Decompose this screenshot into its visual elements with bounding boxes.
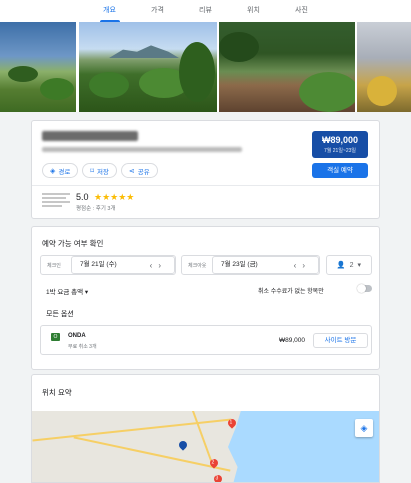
action-chips: ◈ 경로 ⌑ 저장 ⋖ 공유 xyxy=(42,163,158,178)
share-button[interactable]: ⋖ 공유 xyxy=(120,163,158,178)
pin-label: 3 xyxy=(215,475,219,482)
tab-bar: 개요 가격 리뷰 위치 사진 xyxy=(0,0,411,22)
map-road xyxy=(180,411,214,465)
checkout-label: 체크아웃 xyxy=(188,262,207,269)
hotel-summary-card: ◈ 경로 ⌑ 저장 ⋖ 공유 ₩89,000 7월 21일~23일 객실 예약 … xyxy=(31,120,380,219)
location-title: 위치 요약 xyxy=(42,388,72,397)
book-room-button[interactable]: 객실 예약 xyxy=(312,163,368,178)
share-icon: ⋖ xyxy=(128,167,135,175)
tab-location[interactable]: 위치 xyxy=(230,0,278,22)
photo-detail xyxy=(40,78,74,100)
chip-label: 저장 xyxy=(96,168,109,176)
location-card: 위치 요약 1 2 3 ◈ xyxy=(31,374,380,483)
provider-name: ONDA xyxy=(68,333,86,339)
pin-label: 2 xyxy=(211,459,215,466)
guests-count: 2 xyxy=(349,261,354,269)
photo-detail xyxy=(299,72,355,112)
free-cancel-label: 취소 수수료가 없는 항목만 xyxy=(258,289,324,295)
photo-detail xyxy=(179,42,215,102)
review-count-link[interactable]: 평점순 : 후기 3개 xyxy=(76,204,116,212)
provider-sub: 무료 취소 3개 xyxy=(68,344,97,350)
photo-garden-lawn[interactable] xyxy=(0,22,76,112)
photo-garden-mountain[interactable] xyxy=(79,22,217,112)
tab-reviews[interactable]: 리뷰 xyxy=(182,0,230,22)
price-amount: ₩89,000 xyxy=(321,135,359,145)
photo-strip xyxy=(0,22,411,112)
map-pin-icon[interactable]: 3 xyxy=(212,473,224,482)
booking-option-row[interactable]: O ONDA 무료 취소 3개 ₩89,000 사이트 방문 xyxy=(40,325,372,355)
availability-card: 예약 가능 여부 확인 체크인 7월 21일 (수) ‹› 체크아웃 7월 23… xyxy=(31,226,380,370)
hotel-address-redacted xyxy=(42,147,242,152)
hotel-location-pin-icon[interactable] xyxy=(177,439,189,451)
onda-logo-icon: O xyxy=(51,333,60,341)
price-badge[interactable]: ₩89,000 7월 21일~23일 xyxy=(312,131,368,158)
photo-detail xyxy=(367,76,397,106)
date-arrow-icons[interactable]: ‹› xyxy=(294,261,311,270)
checkin-label: 체크인 xyxy=(47,262,61,269)
divider xyxy=(32,185,379,186)
chip-label: 공유 xyxy=(137,168,150,176)
star-rating-icon: ★★★★★ xyxy=(94,192,135,202)
photo-detail xyxy=(109,45,179,58)
hotel-name-redacted xyxy=(42,131,138,141)
bookmark-icon: ⌑ xyxy=(90,167,94,175)
chevron-down-icon: ▾ xyxy=(357,262,362,269)
logo-bar xyxy=(42,197,66,199)
date-arrow-icons[interactable]: ‹› xyxy=(150,261,167,270)
logo-bar xyxy=(42,201,70,203)
chip-label: 경로 xyxy=(58,168,71,176)
section-title: 예약 가능 여부 확인 xyxy=(42,239,104,248)
checkin-date-field[interactable]: 체크인 7월 21일 (수) ‹› xyxy=(40,255,176,275)
all-options-heading: 모든 옵션 xyxy=(46,311,74,318)
provider-price: ₩89,000 xyxy=(279,337,306,344)
map-locate-icon[interactable]: ◈ xyxy=(355,419,373,437)
logo-bar xyxy=(42,193,70,195)
rating-source-logo xyxy=(42,193,70,211)
save-button[interactable]: ⌑ 저장 xyxy=(82,163,117,178)
free-cancel-toggle[interactable] xyxy=(357,284,372,293)
photo-deck-path[interactable] xyxy=(219,22,355,112)
photo-detail xyxy=(89,72,129,98)
visit-site-button[interactable]: 사이트 방문 xyxy=(313,333,368,348)
pin-label: 1 xyxy=(229,419,233,426)
directions-icon: ◈ xyxy=(50,167,56,175)
tab-overview[interactable]: 개요 xyxy=(86,0,134,22)
logo-bar xyxy=(42,205,62,207)
person-icon: 👤 xyxy=(336,262,346,269)
rating-value: 5.0 xyxy=(76,192,89,202)
checkout-date-field[interactable]: 체크아웃 7월 23일 (금) ‹› xyxy=(181,255,320,275)
directions-button[interactable]: ◈ 경로 xyxy=(42,163,79,178)
price-dates: 7월 21일~23일 xyxy=(323,148,356,154)
tab-prices[interactable]: 가격 xyxy=(134,0,182,22)
photo-detail xyxy=(8,66,38,82)
tab-photos[interactable]: 사진 xyxy=(278,0,326,22)
guests-selector[interactable]: 👤 2 ▾ xyxy=(326,255,372,275)
photo-detail xyxy=(219,32,259,62)
photo-interior[interactable] xyxy=(357,22,411,112)
rate-type-dropdown[interactable]: 1박 요금 총액 ▾ xyxy=(46,286,88,296)
map[interactable]: 1 2 3 ◈ xyxy=(32,411,379,482)
